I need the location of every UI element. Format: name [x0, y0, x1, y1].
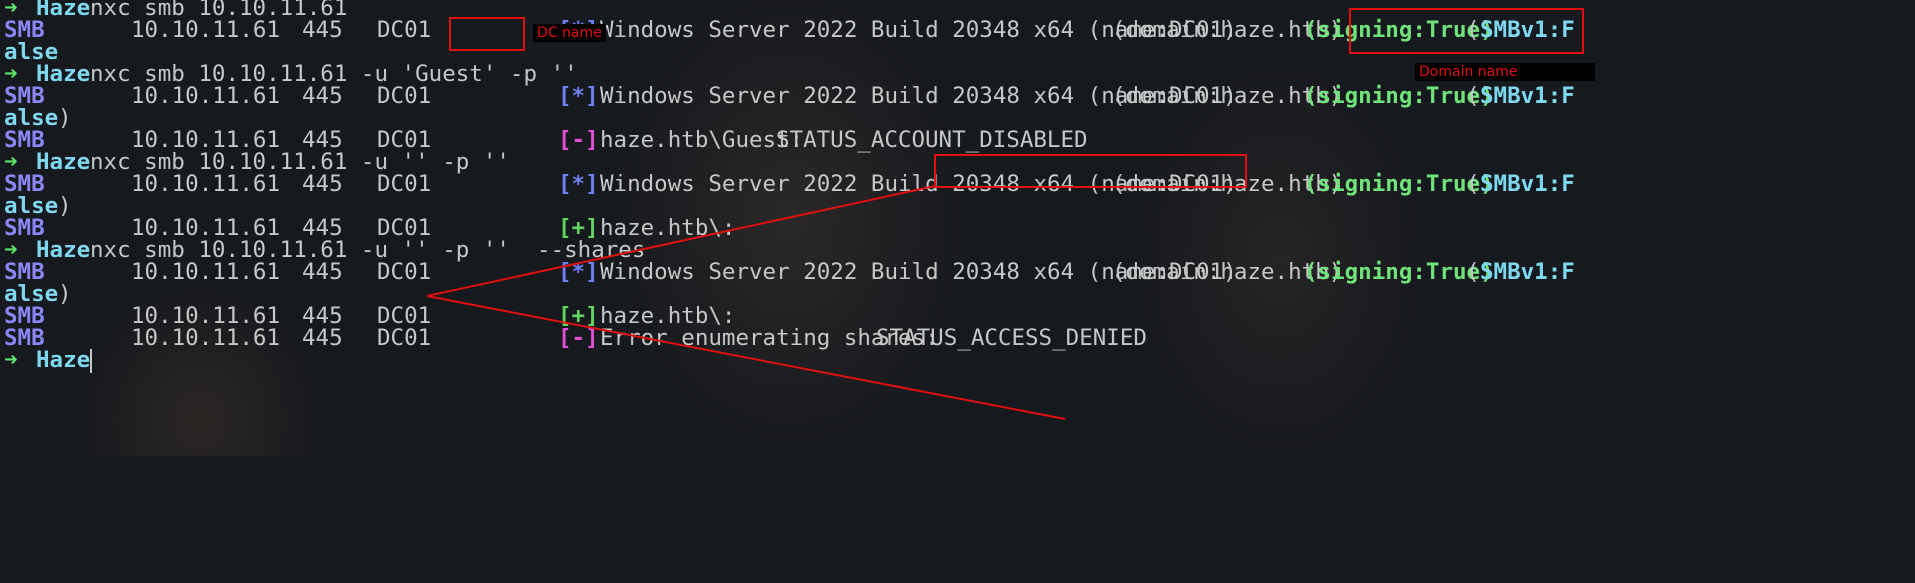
smbv1-text: SMBv1:F: [1480, 259, 1575, 285]
smbv1-text: SMBv1:F: [1480, 17, 1575, 43]
terminal-window[interactable]: ➜ Haze nxc smb 10.10.11.61 SMB 10.10.11.…: [0, 0, 1915, 456]
smbv1-close: ): [58, 193, 72, 219]
target-port: 445: [302, 17, 343, 43]
target-port: 445: [302, 83, 343, 109]
smbv1-open: (: [1466, 171, 1480, 197]
smbv1-open: (: [1466, 259, 1480, 285]
current-prompt-line[interactable]: ➜ Haze: [4, 347, 92, 374]
target-port: 445: [302, 171, 343, 197]
target-ip: 10.10.11.61: [131, 83, 281, 109]
smbv1-open: (: [1466, 17, 1480, 43]
dc-name-annotation: DC name: [533, 24, 606, 42]
smbv1-close: ): [58, 105, 72, 131]
target-ip: 10.10.11.61: [131, 17, 281, 43]
target-port: 445: [302, 259, 343, 285]
target-ip: 10.10.11.61: [131, 171, 281, 197]
smbv1-close: ): [58, 281, 72, 307]
info-mark: [*]: [558, 259, 599, 285]
smbv1-text: SMBv1:F: [1480, 83, 1575, 109]
smbv1-open: (: [1466, 83, 1480, 109]
error-mark: [-]: [558, 325, 599, 351]
prompt-arrow-icon: ➜: [4, 347, 18, 373]
target-dc: DC01: [377, 17, 432, 43]
prompt-host: Haze: [36, 347, 91, 373]
target-ip: 10.10.11.61: [131, 259, 281, 285]
cursor: [84, 347, 92, 374]
info-mark: [*]: [558, 171, 599, 197]
target-dc: DC01: [377, 171, 432, 197]
error-mark: [-]: [558, 127, 599, 153]
info-mark: [*]: [558, 83, 599, 109]
guest-status: STATUS_ACCOUNT_DISABLED: [776, 127, 1088, 153]
target-dc: DC01: [377, 325, 432, 351]
domain-name-annotation: Domain name: [1415, 63, 1595, 81]
target-dc: DC01: [377, 259, 432, 285]
shares-error-status: STATUS_ACCESS_DENIED: [876, 325, 1147, 351]
smbv1-text: SMBv1:F: [1480, 171, 1575, 197]
target-ip: 10.10.11.61: [131, 325, 281, 351]
target-port: 445: [302, 325, 343, 351]
target-dc: DC01: [377, 83, 432, 109]
